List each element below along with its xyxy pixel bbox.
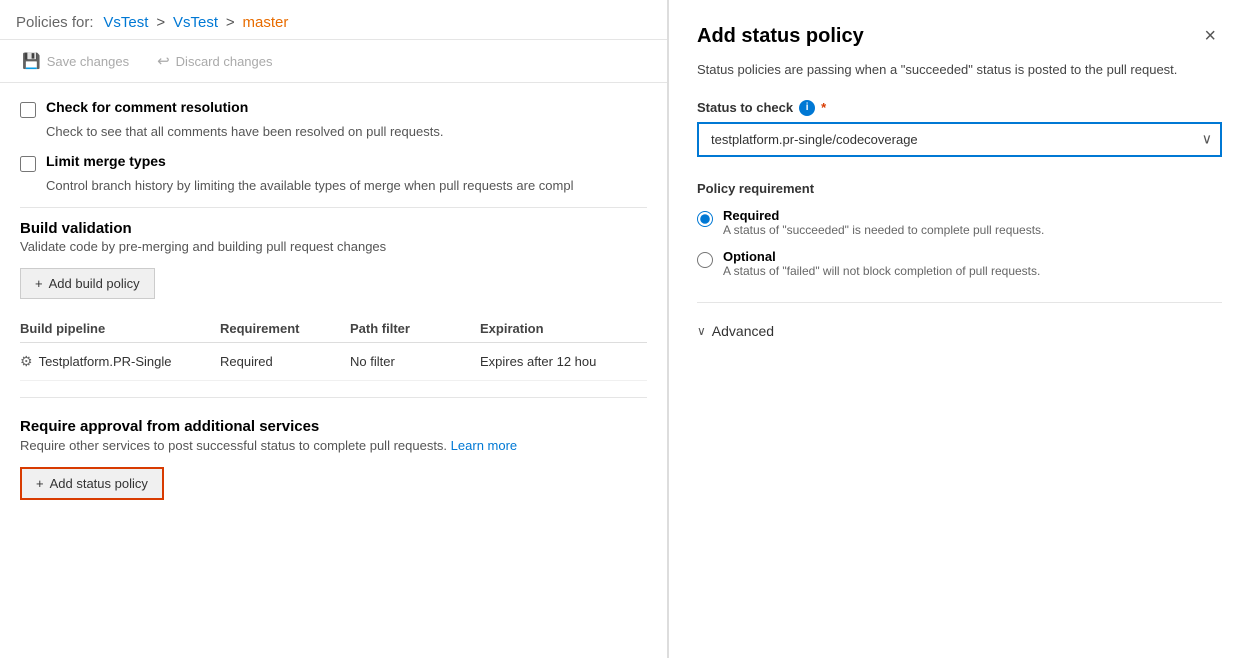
status-select-wrapper: testplatform.pr-single/codecoverage ∨ (697, 122, 1222, 157)
modal-title: Add status policy (697, 25, 864, 48)
require-approval-section: Require approval from additional service… (20, 418, 647, 500)
toolbar: 💾 Save changes ↩ Discard changes (0, 40, 667, 83)
comment-resolution-section: Check for comment resolution Check to se… (20, 99, 647, 139)
build-table-header: Build pipeline Requirement Path filter E… (20, 315, 647, 343)
save-label: Save changes (47, 54, 129, 69)
require-approval-heading: Require approval from additional service… (20, 418, 647, 435)
limit-merge-section: Limit merge types Control branch history… (20, 153, 647, 193)
optional-radio-desc: A status of "failed" will not block comp… (723, 264, 1040, 278)
col-requirement: Requirement (220, 321, 350, 336)
info-icon: i (799, 100, 815, 116)
build-validation-subtext: Validate code by pre-merging and buildin… (20, 239, 647, 254)
breadcrumb: Policies for: VsTest > VsTest > master (0, 0, 667, 40)
required-radio-label: Required (723, 208, 1044, 223)
col-expiration: Expiration (480, 321, 647, 336)
advanced-label: Advanced (712, 323, 774, 339)
close-icon: × (1204, 25, 1216, 47)
optional-option: Optional A status of "failed" will not b… (697, 249, 1222, 278)
build-validation-heading: Build validation (20, 220, 647, 237)
breadcrumb-prefix: Policies for: (16, 14, 94, 31)
optional-radio[interactable] (697, 252, 713, 268)
limit-merge-heading: Limit merge types (46, 153, 166, 169)
row-expiration: Expires after 12 hou (480, 354, 647, 369)
required-radio-desc: A status of "succeeded" is needed to com… (723, 223, 1044, 237)
pipeline-icon: ⚙ (20, 353, 33, 370)
add-build-label: Add build policy (49, 276, 140, 291)
learn-more-link[interactable]: Learn more (451, 438, 517, 453)
limit-merge-checkbox[interactable] (20, 156, 36, 172)
advanced-chevron-icon: ∨ (697, 324, 706, 338)
build-validation-section: Build validation Validate code by pre-me… (20, 220, 647, 381)
row-path-filter: No filter (350, 354, 480, 369)
breadcrumb-part1[interactable]: VsTest (103, 14, 148, 31)
left-panel: Policies for: VsTest > VsTest > master 💾… (0, 0, 668, 658)
comment-resolution-heading: Check for comment resolution (46, 99, 248, 115)
save-changes-button[interactable]: 💾 Save changes (16, 48, 135, 74)
add-build-icon: + (35, 276, 43, 291)
advanced-toggle[interactable]: ∨ Advanced (697, 323, 1222, 339)
optional-radio-label: Optional (723, 249, 1040, 264)
optional-radio-text: Optional A status of "failed" will not b… (723, 249, 1040, 278)
discard-label: Discard changes (176, 54, 273, 69)
modal-title-row: Add status policy × (697, 24, 1222, 48)
policy-requirement-label: Policy requirement (697, 181, 1222, 196)
save-icon: 💾 (22, 52, 41, 70)
require-approval-desc: Require other services to post successfu… (20, 438, 647, 453)
col-path-filter: Path filter (350, 321, 480, 336)
add-status-policy-panel: Add status policy × Status policies are … (668, 0, 1250, 658)
breadcrumb-part2[interactable]: VsTest (173, 14, 218, 31)
discard-icon: ↩ (157, 52, 170, 70)
limit-merge-desc: Control branch history by limiting the a… (46, 178, 647, 193)
add-status-btn-wrapper: + Add status policy (20, 467, 164, 500)
add-status-label: Add status policy (50, 476, 148, 491)
table-row: ⚙ Testplatform.PR-Single Required No fil… (20, 343, 647, 381)
col-build-pipeline: Build pipeline (20, 321, 220, 336)
required-radio-text: Required A status of "succeeded" is need… (723, 208, 1044, 237)
status-to-check-label: Status to check i * (697, 100, 1222, 116)
required-option: Required A status of "succeeded" is need… (697, 208, 1222, 237)
pipeline-name: Testplatform.PR-Single (39, 354, 172, 369)
add-build-policy-button[interactable]: + Add build policy (20, 268, 155, 299)
close-button[interactable]: × (1198, 24, 1222, 48)
comment-resolution-checkbox[interactable] (20, 102, 36, 118)
breadcrumb-sep1: > (156, 14, 165, 31)
row-requirement: Required (220, 354, 350, 369)
add-status-policy-button[interactable]: + Add status policy (22, 469, 162, 498)
required-radio[interactable] (697, 211, 713, 227)
discard-changes-button[interactable]: ↩ Discard changes (151, 48, 278, 74)
comment-resolution-desc: Check to see that all comments have been… (46, 124, 647, 139)
content-area: Check for comment resolution Check to se… (0, 83, 667, 658)
add-status-icon: + (36, 476, 44, 491)
modal-description: Status policies are passing when a "succ… (697, 60, 1222, 80)
required-star: * (821, 100, 826, 115)
breadcrumb-sep2: > (226, 14, 235, 31)
breadcrumb-current: master (243, 14, 289, 31)
status-select[interactable]: testplatform.pr-single/codecoverage (697, 122, 1222, 157)
